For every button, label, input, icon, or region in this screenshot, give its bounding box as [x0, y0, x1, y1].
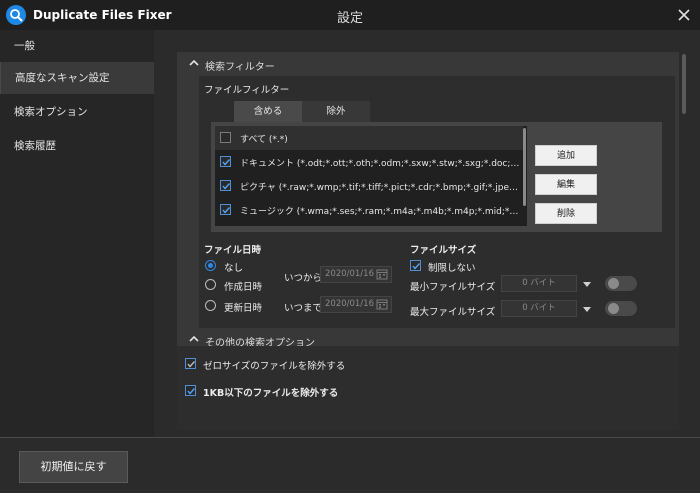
close-icon[interactable]: [674, 5, 694, 25]
check-icon: [222, 183, 231, 190]
list-item[interactable]: ピクチャ (*.raw;*.wmp;*.tif;*.tiff;*.pict;*.…: [215, 174, 523, 198]
check-icon: [222, 159, 231, 166]
search-filter-title: 検索フィルター: [205, 62, 275, 73]
radio-date-created-label: 作成日時: [224, 282, 263, 293]
no-limit-checkbox[interactable]: [410, 260, 421, 271]
exclude-1kb-label: 1KB以下のファイルを除外する: [203, 388, 339, 399]
sidebar-item-search-options[interactable]: 検索オプション: [0, 96, 154, 128]
file-filter-label: ファイルフィルター: [204, 85, 290, 96]
radio-date-created[interactable]: [205, 279, 216, 290]
min-size-field[interactable]: 0 バイト: [501, 275, 577, 292]
chevron-down-icon[interactable]: [583, 282, 591, 288]
file-filter-list-area: すべて (*.*) ドキュメント (*.odt;*.ott;*.oth;*.od…: [211, 122, 662, 232]
search-filter-box: ファイルフィルター 含める 除外 すべて (*.*) ドキュメント (*.odt…: [199, 76, 675, 328]
tab-exclude[interactable]: 除外: [302, 101, 370, 122]
radio-date-none-label: なし: [224, 263, 244, 274]
max-size-toggle[interactable]: [605, 301, 637, 316]
chevron-up-icon: [189, 59, 199, 66]
settings-panel: 検索フィルター ファイルフィルター 含める 除外 すべて (*.*) ドキュメン…: [177, 52, 679, 430]
list-item-label: すべて (*.*): [240, 135, 288, 145]
reset-defaults-button[interactable]: 初期値に戻す: [19, 451, 128, 483]
sidebar: 一般 高度なスキャン設定 検索オプション 検索履歴: [0, 30, 154, 437]
app-name: Duplicate Files Fixer: [33, 8, 172, 22]
no-limit-label: 制限しない: [428, 263, 476, 274]
other-options-box: ゼロサイズのファイルを除外する 1KB以下のファイルを除外する: [177, 346, 679, 430]
exclude-zero-size-label: ゼロサイズのファイルを除外する: [203, 361, 346, 372]
app-logo-icon: [6, 5, 26, 25]
check-icon: [222, 207, 231, 214]
exclude-1kb-checkbox[interactable]: [185, 385, 196, 396]
add-button[interactable]: 追加: [535, 145, 597, 166]
checkbox[interactable]: [220, 180, 231, 191]
chevron-down-icon[interactable]: [583, 307, 591, 313]
list-item[interactable]: ミュージック (*.wma;*.ses;*.ram;*.m4a;*.m4b;*.…: [215, 198, 523, 222]
calendar-icon[interactable]: [376, 298, 388, 310]
max-size-label: 最大ファイルサイズ: [410, 307, 496, 318]
sidebar-item-search-history[interactable]: 検索履歴: [0, 130, 154, 162]
sidebar-item-advanced-scan[interactable]: 高度なスキャン設定: [0, 62, 154, 94]
radio-date-none[interactable]: [205, 260, 216, 271]
checkbox[interactable]: [220, 132, 231, 143]
max-size-field[interactable]: 0 バイト: [501, 300, 577, 317]
file-type-list[interactable]: すべて (*.*) ドキュメント (*.odt;*.ott;*.oth;*.od…: [215, 126, 527, 226]
delete-button[interactable]: 削除: [535, 203, 597, 224]
search-filter-header[interactable]: 検索フィルター: [189, 56, 309, 73]
list-item-label: ミュージック (*.wma;*.ses;*.ram;*.m4a;*.m4b;*.…: [240, 207, 521, 217]
calendar-icon[interactable]: [376, 268, 388, 280]
list-item[interactable]: すべて (*.*): [215, 126, 523, 150]
list-item-label: ドキュメント (*.odt;*.ott;*.oth;*.odm;*.sxw;*.…: [240, 159, 521, 169]
tab-include[interactable]: 含める: [234, 101, 302, 122]
list-scrollbar[interactable]: [523, 128, 526, 206]
min-size-toggle[interactable]: [605, 276, 637, 291]
checkbox[interactable]: [220, 204, 231, 215]
check-icon: [187, 361, 196, 368]
chevron-up-icon: [189, 335, 199, 342]
title-bar: Duplicate Files Fixer 設定: [0, 0, 700, 30]
edit-button[interactable]: 編集: [535, 174, 597, 195]
settings-scrollbar[interactable]: [682, 54, 686, 114]
check-icon: [412, 263, 421, 270]
checkbox[interactable]: [220, 156, 231, 167]
list-item-label: ピクチャ (*.raw;*.wmp;*.tif;*.tiff;*.pict;*.…: [240, 183, 521, 193]
file-date-title: ファイル日時: [204, 245, 262, 256]
min-size-label: 最小ファイルサイズ: [410, 282, 496, 293]
radio-date-modified-label: 更新日時: [224, 303, 263, 314]
sidebar-item-general[interactable]: 一般: [0, 30, 154, 62]
list-item[interactable]: ドキュメント (*.odt;*.ott;*.oth;*.odm;*.sxw;*.…: [215, 150, 523, 174]
footer: 初期値に戻す: [0, 437, 700, 493]
radio-date-modified[interactable]: [205, 300, 216, 311]
check-icon: [187, 388, 196, 395]
exclude-zero-size-checkbox[interactable]: [185, 358, 196, 369]
file-size-title: ファイルサイズ: [410, 245, 477, 256]
settings-content: 検索フィルター ファイルフィルター 含める 除外 すべて (*.*) ドキュメン…: [155, 30, 700, 437]
